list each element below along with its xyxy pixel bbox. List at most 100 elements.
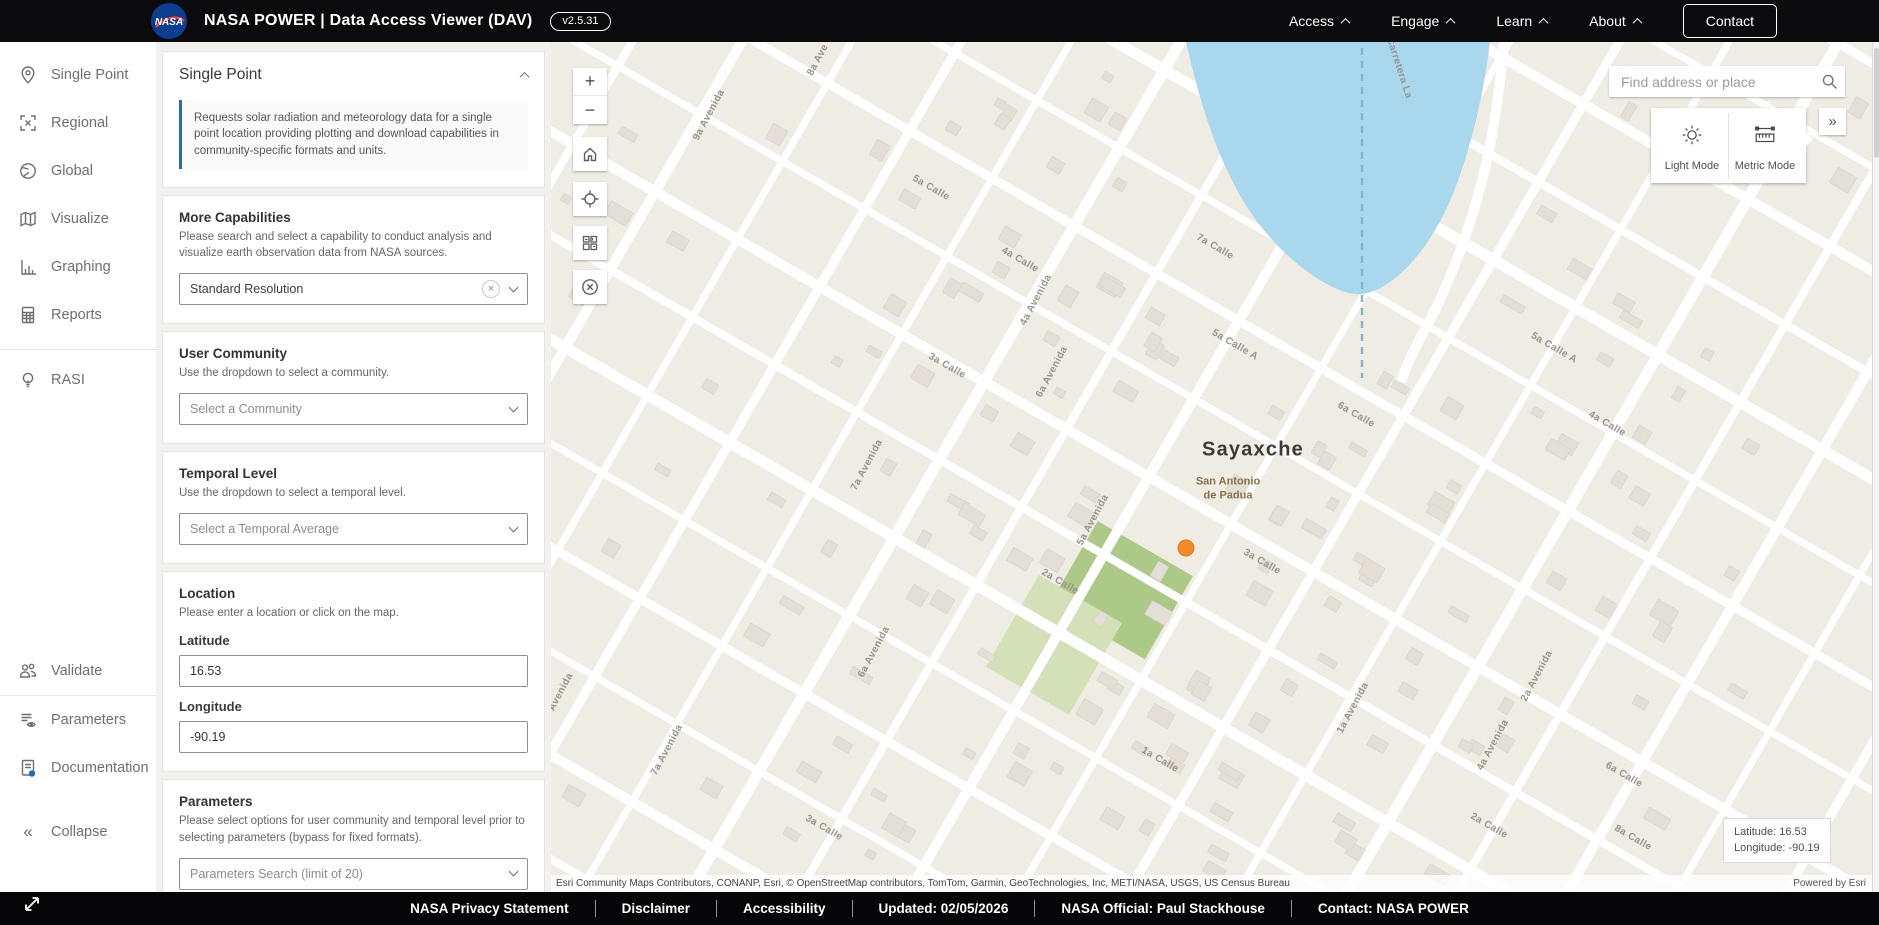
zoom-out-button[interactable]: − xyxy=(573,96,607,124)
longitude-input[interactable] xyxy=(179,721,528,754)
parameters-heading: Parameters xyxy=(179,794,253,810)
sidebar-item-regional[interactable]: Regional xyxy=(0,99,156,147)
powered-by-esri: Powered by Esri xyxy=(1793,878,1866,889)
panel-intro: Requests solar radiation and meteorology… xyxy=(179,100,528,169)
attribution-text: Esri Community Maps Contributors, CONANP… xyxy=(556,878,1290,889)
search-input[interactable] xyxy=(1609,73,1814,90)
metric-mode-button[interactable]: Metric Mode xyxy=(1728,113,1801,178)
footer-nasa-official: NASA Official: Paul Stackhouse xyxy=(1034,900,1291,917)
footer-link-privacy[interactable]: NASA Privacy Statement xyxy=(384,900,595,917)
people-icon xyxy=(19,663,37,678)
footer-updated-date: Updated: 02/05/2026 xyxy=(851,900,1035,917)
location-heading: Location xyxy=(179,586,236,602)
left-sidebar: Single Point Regional Global Visualize G… xyxy=(0,42,156,892)
scrollbar-thumb[interactable] xyxy=(1874,48,1879,158)
fullscreen-expand-button[interactable] xyxy=(22,894,42,919)
pin-icon xyxy=(21,66,35,84)
home-extent-button[interactable] xyxy=(573,137,607,171)
selected-point-marker xyxy=(1177,539,1195,557)
region-icon xyxy=(20,115,36,131)
sidebar-item-parameters[interactable]: Parameters xyxy=(0,696,156,744)
top-header: NASA NASA POWER | Data Access Viewer (DA… xyxy=(0,0,1879,42)
parameters-select[interactable]: Parameters Search (limit of 20) xyxy=(179,857,528,890)
parameters-description: Please select options for user community… xyxy=(179,815,525,844)
community-description: Use the dropdown to select a community. xyxy=(179,367,390,380)
app-title: NASA POWER | Data Access Viewer (DAV) xyxy=(204,12,533,29)
locate-crosshair-icon xyxy=(581,190,599,208)
sun-icon xyxy=(1682,125,1702,145)
svg-text:NASA: NASA xyxy=(155,17,183,28)
nav-access[interactable]: Access xyxy=(1289,13,1351,29)
sidebar-item-single-point[interactable]: Single Point xyxy=(0,51,156,99)
search-icon xyxy=(1822,74,1837,89)
sidebar-item-validate[interactable]: Validate xyxy=(0,647,156,695)
locate-button[interactable] xyxy=(573,182,607,216)
basemap-grid-icon xyxy=(582,235,598,251)
chevron-up-icon xyxy=(1445,17,1456,28)
footer-link-contact[interactable]: Contact: NASA POWER xyxy=(1290,900,1495,917)
capability-select[interactable]: Standard Resolution × xyxy=(179,273,528,306)
chevron-down-icon xyxy=(508,402,519,413)
bottom-footer: NASA Privacy Statement Disclaimer Access… xyxy=(0,892,1879,925)
latitude-readout: Latitude: 16.53 xyxy=(1734,826,1807,838)
sidebar-item-visualize[interactable]: Visualize xyxy=(0,195,156,243)
footer-link-accessibility[interactable]: Accessibility xyxy=(715,900,852,917)
home-icon xyxy=(583,147,597,162)
chevron-up-icon xyxy=(1340,17,1351,28)
clear-graphics-button[interactable] xyxy=(573,270,607,304)
app-window: NASA NASA POWER | Data Access Viewer (DA… xyxy=(0,0,1879,925)
panel-header-section: Single Point Requests solar radiation an… xyxy=(162,51,545,188)
collapse-chevrons-icon: « xyxy=(23,822,33,841)
temporal-section: Temporal Level Use the dropdown to selec… xyxy=(162,451,545,565)
bulb-icon xyxy=(22,372,34,388)
footer-link-disclaimer[interactable]: Disclaimer xyxy=(594,900,716,917)
version-badge: v2.5.31 xyxy=(550,11,611,31)
map-scrollbar[interactable] xyxy=(1872,42,1879,892)
sidebar-item-graphing[interactable]: Graphing xyxy=(0,243,156,291)
globe-icon xyxy=(20,163,36,179)
community-select[interactable]: Select a Community xyxy=(179,393,528,426)
nav-learn[interactable]: Learn xyxy=(1496,13,1549,29)
ruler-icon xyxy=(1755,126,1775,143)
toolbar-expand-button[interactable]: » xyxy=(1819,108,1846,135)
collapse-panel-icon[interactable] xyxy=(519,71,530,82)
sidebar-collapse-button[interactable]: « Collapse xyxy=(0,808,156,856)
form-panel-column: Single Point Requests solar radiation an… xyxy=(156,42,551,925)
city-label-sayaxche: Sayaxche xyxy=(1202,438,1304,461)
chart-icon xyxy=(21,260,36,275)
nav-engage[interactable]: Engage xyxy=(1391,13,1456,29)
parameters-section: Parameters Please select options for use… xyxy=(162,779,545,909)
diagonal-expand-icon xyxy=(25,897,39,911)
basemap-gallery-button[interactable] xyxy=(573,226,607,260)
sidebar-item-global[interactable]: Global xyxy=(0,147,156,195)
nasa-logo[interactable]: NASA xyxy=(150,2,188,40)
community-section: User Community Use the dropdown to selec… xyxy=(162,331,545,445)
clear-selection-icon[interactable]: × xyxy=(482,280,500,299)
capabilities-section: More Capabilities Please search and sele… xyxy=(162,194,545,325)
map-canvas[interactable]: 9a Avenida 8a Ave Carretera La 5a Calle 7a C… xyxy=(551,42,1872,892)
temporal-heading: Temporal Level xyxy=(179,466,278,482)
water-body xyxy=(1186,42,1490,295)
capabilities-heading: More Capabilities xyxy=(179,209,291,225)
temporal-select[interactable]: Select a Temporal Average xyxy=(179,513,528,546)
nav-about[interactable]: About xyxy=(1589,13,1643,29)
search-button[interactable] xyxy=(1814,66,1845,97)
doc-icon xyxy=(21,759,36,777)
capabilities-description: Please search and select a capability to… xyxy=(179,230,492,260)
location-description: Please enter a location or click on the … xyxy=(179,607,399,620)
chevron-up-icon xyxy=(1538,17,1549,28)
list-eye-icon xyxy=(21,713,36,727)
poi-label-san-antonio: San Antonio de Padua xyxy=(1195,475,1261,501)
light-mode-button[interactable]: Light Mode xyxy=(1656,113,1728,178)
longitude-label: Longitude xyxy=(179,699,242,715)
contact-button[interactable]: Contact xyxy=(1682,4,1777,38)
sidebar-item-documentation[interactable]: Documentation xyxy=(0,744,156,792)
sidebar-item-reports[interactable]: Reports xyxy=(0,291,156,339)
panel-title: Single Point xyxy=(179,66,262,83)
sidebar-item-rasi[interactable]: RASI xyxy=(0,356,156,404)
latitude-input[interactable] xyxy=(179,655,528,688)
report-icon xyxy=(21,306,35,324)
map-search-bar xyxy=(1609,66,1845,97)
zoom-in-button[interactable]: + xyxy=(573,68,607,96)
latitude-label: Latitude xyxy=(179,633,230,649)
